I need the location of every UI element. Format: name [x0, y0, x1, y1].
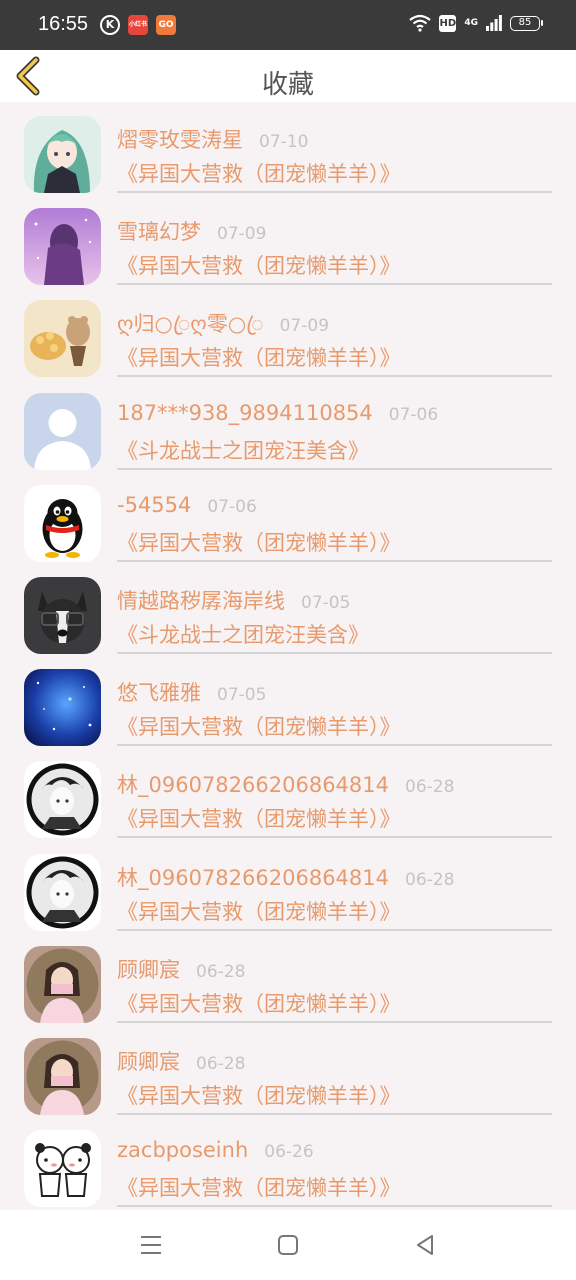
- user-nickname: 情越路秽孱海岸线: [117, 588, 285, 613]
- home-square-icon: [278, 1235, 298, 1255]
- list-item[interactable]: 顾卿宸 06-28 《异国大营救（团宠懒羊羊）》: [0, 1024, 576, 1116]
- book-title[interactable]: 《异国大营救（团宠懒羊羊）》: [117, 896, 401, 926]
- avatar[interactable]: [24, 669, 101, 747]
- user-nickname: 悠飞雅雅: [117, 681, 201, 706]
- user-nickname: 顾卿宸: [117, 957, 180, 982]
- favorite-date: 07-05: [217, 685, 267, 706]
- favorite-date: 06-28: [405, 777, 455, 798]
- divider: [117, 283, 552, 286]
- network-type: 4G: [464, 17, 478, 28]
- back-triangle-icon: [417, 1235, 433, 1255]
- book-title[interactable]: 《斗龙战士之团宠汪美含》: [117, 435, 369, 465]
- signal-icon: [486, 15, 502, 31]
- favorite-date: 07-09: [279, 316, 330, 337]
- avatar[interactable]: [24, 208, 101, 286]
- favorite-date: 07-09: [217, 224, 267, 245]
- top-header: 收藏: [0, 50, 576, 102]
- favorite-date: 06-28: [196, 961, 246, 982]
- system-nav-bar: [0, 1210, 576, 1280]
- divider: [117, 191, 552, 193]
- battery-icon: 85: [510, 15, 543, 31]
- favorite-date: 06-26: [264, 1142, 314, 1163]
- divider: [117, 559, 552, 562]
- avatar[interactable]: [24, 300, 101, 378]
- book-title[interactable]: 《异国大营救（团宠懒羊羊）》: [117, 803, 401, 833]
- divider: [117, 744, 552, 747]
- divider: [117, 375, 552, 378]
- list-item[interactable]: 林_096078266206864814 06-28 《异国大营救（团宠懒羊羊）…: [0, 840, 576, 932]
- divider: [117, 1020, 552, 1023]
- user-nickname: 顾卿宸: [117, 1049, 180, 1074]
- divider: [117, 928, 552, 931]
- avatar[interactable]: [24, 853, 101, 931]
- divider: [117, 651, 552, 654]
- list-item[interactable]: 林_096078266206864814 06-28 《异国大营救（团宠懒羊羊）…: [0, 747, 576, 839]
- hd-icon: HD: [439, 14, 457, 32]
- user-nickname: 林_096078266206864814: [117, 773, 389, 798]
- xiaohongshu-icon: 小红书: [128, 15, 148, 35]
- list-item[interactable]: -54554 07-06 《异国大营救（团宠懒羊羊）》: [0, 471, 576, 563]
- k-app-icon: K: [100, 15, 120, 35]
- avatar[interactable]: [24, 576, 101, 654]
- divider: [117, 467, 552, 470]
- avatar[interactable]: [24, 761, 101, 839]
- book-title[interactable]: 《异国大营救（团宠懒羊羊）》: [117, 158, 401, 188]
- list-item[interactable]: 情越路秽孱海岸线 07-05 《斗龙战士之团宠汪美含》: [0, 563, 576, 655]
- avatar[interactable]: [24, 116, 101, 193]
- page-title: 收藏: [261, 70, 314, 100]
- avatar[interactable]: [24, 945, 101, 1023]
- user-nickname: -54554: [117, 492, 192, 517]
- status-bar: 16:55 K 小红书 GO HD 4G 85: [0, 0, 576, 50]
- list-item[interactable]: 熠零玫雯涛星 07-10 《异国大营救（团宠懒羊羊）》: [0, 102, 576, 194]
- divider: [117, 836, 552, 839]
- book-title[interactable]: 《异国大营救（团宠懒羊羊）》: [117, 1172, 401, 1202]
- avatar[interactable]: [24, 1037, 101, 1115]
- avatar[interactable]: [24, 484, 101, 562]
- user-nickname: 187***938_9894110854: [117, 400, 373, 425]
- book-title[interactable]: 《异国大营救（团宠懒羊羊）》: [117, 711, 401, 741]
- list-item[interactable]: 顾卿宸 06-28 《异国大营救（团宠懒羊羊）》: [0, 932, 576, 1024]
- home-button[interactable]: [273, 1230, 303, 1260]
- favorite-date: 07-06: [207, 496, 257, 517]
- list-item[interactable]: zacbposeinh 06-26 《异国大营救（团宠懒羊羊）》: [0, 1116, 576, 1208]
- list-item[interactable]: 悠飞雅雅 07-05 《异国大营救（团宠懒羊羊）》: [0, 655, 576, 747]
- list-item[interactable]: 187***938_9894110854 07-06 《斗龙战士之团宠汪美含》: [0, 379, 576, 471]
- user-nickname: 林_096078266206864814: [117, 865, 389, 890]
- favorite-date: 07-06: [388, 404, 439, 425]
- orange-app-icon: GO: [156, 15, 176, 35]
- divider: [117, 1112, 552, 1115]
- divider: [117, 1205, 552, 1208]
- book-title[interactable]: 《异国大营救（团宠懒羊羊）》: [117, 1080, 401, 1110]
- book-title[interactable]: 《异国大营救（团宠懒羊羊）》: [117, 527, 401, 557]
- favorite-date: 06-28: [196, 1053, 246, 1074]
- menu-button[interactable]: [136, 1230, 166, 1260]
- user-nickname: 熠零玫雯涛星: [117, 128, 243, 152]
- list-item[interactable]: 雪璃幻梦 07-09 《异国大营救（团宠懒羊羊）》: [0, 194, 576, 286]
- system-back-button[interactable]: [410, 1230, 440, 1260]
- favorite-date: 07-10: [259, 132, 309, 152]
- wifi-icon: [409, 14, 432, 32]
- status-time: 16:55: [38, 13, 89, 35]
- list-item[interactable]: ღ归○ꦿღ零○ꦿ 07-09 《异国大营救（团宠懒羊羊）》: [0, 286, 576, 378]
- user-nickname: zacbposeinh: [117, 1138, 249, 1163]
- book-title[interactable]: 《异国大营救（团宠懒羊羊）》: [117, 342, 401, 372]
- menu-icon: [141, 1236, 161, 1254]
- favorites-list: 熠零玫雯涛星 07-10 《异国大营救（团宠懒羊羊）》 雪璃幻梦 07-09 《…: [0, 102, 576, 1210]
- avatar[interactable]: [24, 392, 101, 470]
- avatar[interactable]: [24, 1130, 101, 1208]
- book-title[interactable]: 《斗龙战士之团宠汪美含》: [117, 619, 369, 649]
- book-title[interactable]: 《异国大营救（团宠懒羊羊）》: [117, 988, 401, 1018]
- favorite-date: 07-05: [301, 592, 351, 613]
- favorite-date: 06-28: [405, 869, 455, 890]
- user-nickname: 雪璃幻梦: [117, 220, 201, 245]
- book-title[interactable]: 《异国大营救（团宠懒羊羊）》: [117, 250, 401, 280]
